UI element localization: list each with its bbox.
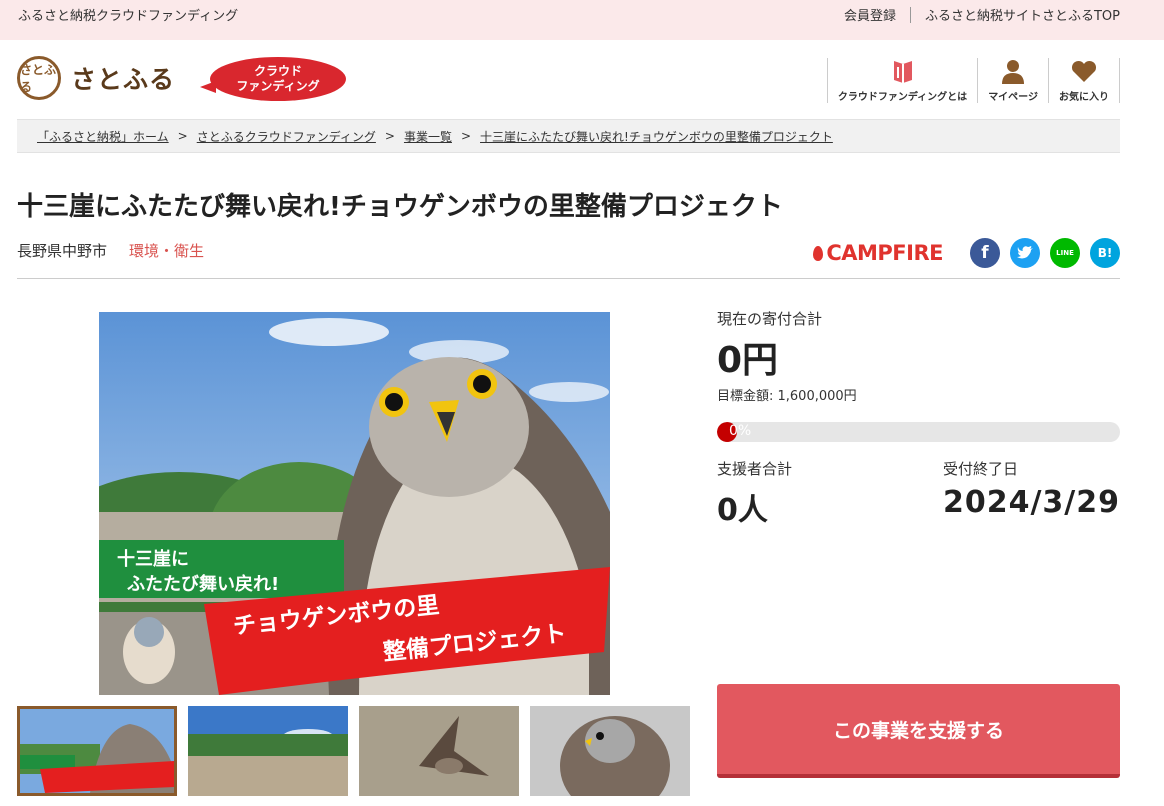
crowdfunding-badge[interactable]: クラウド ファンディング — [200, 57, 346, 103]
heart-icon — [1071, 58, 1097, 84]
member-register-link[interactable]: 会員登録 — [844, 5, 896, 24]
project-meta: 長野県中野市 環境・衛生 — [17, 240, 204, 261]
top-links: 会員登録 ふるさと納税サイトさとふるTOP — [844, 5, 1120, 24]
thumbnail-3[interactable] — [359, 706, 519, 796]
facebook-share-icon[interactable]: f — [970, 238, 1000, 268]
funding-panel: 現在の寄付合計 0円 目標金額: 1,600,000円 0% 支援者合計 0人 … — [717, 308, 1120, 529]
end-date-value: 2024/3/29 — [942, 485, 1120, 520]
link-divider — [909, 6, 911, 23]
breadcrumb-home[interactable]: 「ふるさと納税」ホーム — [37, 128, 169, 145]
twitter-share-icon[interactable] — [1010, 238, 1040, 268]
hatena-bookmark-icon[interactable]: B! — [1090, 238, 1120, 268]
flame-icon — [813, 245, 824, 261]
badge-line-2: ファンディング — [236, 79, 320, 93]
main-project-image: 十三崖に ふたたび舞い戻れ! チョウゲンボウの里 整備プロジェクト — [99, 312, 610, 695]
logo-text: さとふる — [71, 65, 176, 94]
current-donation-label: 現在の寄付合計 — [717, 310, 823, 328]
line-share-icon[interactable]: LINE — [1050, 238, 1080, 268]
nav-about-crowdfunding[interactable]: クラウドファンディングとは — [826, 58, 977, 103]
breadcrumb: 「ふるさと納税」ホーム > さとふるクラウドファンディング > 事業一覧 > 十… — [17, 119, 1120, 153]
book-icon — [890, 58, 916, 84]
share-bar: CAMPFIRE f LINE B! — [813, 238, 1120, 268]
supporters-stat: 支援者合計 0人 — [717, 458, 792, 529]
badge-line-1: クラウド — [253, 64, 302, 78]
divider — [17, 278, 1120, 279]
breadcrumb-project-list[interactable]: 事業一覧 — [404, 128, 452, 145]
logo-seal-icon: さとふ る — [17, 56, 61, 100]
top-bar: ふるさと納税クラウドファンディング 会員登録 ふるさと納税サイトさとふるTOP — [0, 0, 1164, 40]
user-icon — [1000, 58, 1026, 84]
support-button[interactable]: この事業を支援する — [717, 684, 1120, 778]
thumbnail-4[interactable] — [530, 706, 690, 796]
site-name[interactable]: ふるさと納税クラウドファンディング — [18, 5, 238, 24]
thumbnail-strip — [17, 706, 701, 796]
breadcrumb-crowdfunding[interactable]: さとふるクラウドファンディング — [197, 128, 376, 145]
supporters-label: 支援者合計 — [717, 460, 793, 478]
supporters-value: 0人 — [717, 493, 768, 528]
funding-stats: 支援者合計 0人 受付終了日 2024/3/29 — [717, 458, 1120, 529]
progress-bar: 0% — [717, 422, 1120, 442]
end-date-stat: 受付終了日 2024/3/29 — [943, 458, 1120, 529]
progress-percent: 0% — [729, 423, 752, 439]
thumbnail-1[interactable] — [17, 706, 177, 796]
breadcrumb-current-project[interactable]: 十三崖にふたたび舞い戻れ!チョウゲンボウの里整備プロジェクト — [480, 128, 833, 145]
satofull-top-link[interactable]: ふるさと納税サイトさとふるTOP — [925, 5, 1120, 24]
end-date-label: 受付終了日 — [942, 460, 1018, 478]
header-nav: クラウドファンディングとは マイページ お気に入り — [826, 58, 1120, 103]
satofull-logo[interactable]: さとふ る さとふる — [17, 56, 175, 100]
campfire-logo[interactable]: CAMPFIRE — [813, 241, 943, 265]
current-donation-amount: 0円 — [717, 340, 779, 381]
image-green-line-2: ふたたび舞い戻れ! — [127, 573, 279, 595]
image-green-line-1: 十三崖に — [117, 548, 189, 570]
goal-amount: 目標金額: 1,600,000円 — [717, 389, 857, 404]
nav-favorites[interactable]: お気に入り — [1048, 58, 1120, 103]
project-category-link[interactable]: 環境・衛生 — [129, 240, 204, 261]
thumbnail-2[interactable] — [188, 706, 348, 796]
page-title: 十三崖にふたたび舞い戻れ!チョウゲンボウの里整備プロジェクト — [17, 192, 783, 222]
nav-mypage[interactable]: マイページ — [977, 58, 1048, 103]
project-location: 長野県中野市 — [17, 242, 108, 260]
